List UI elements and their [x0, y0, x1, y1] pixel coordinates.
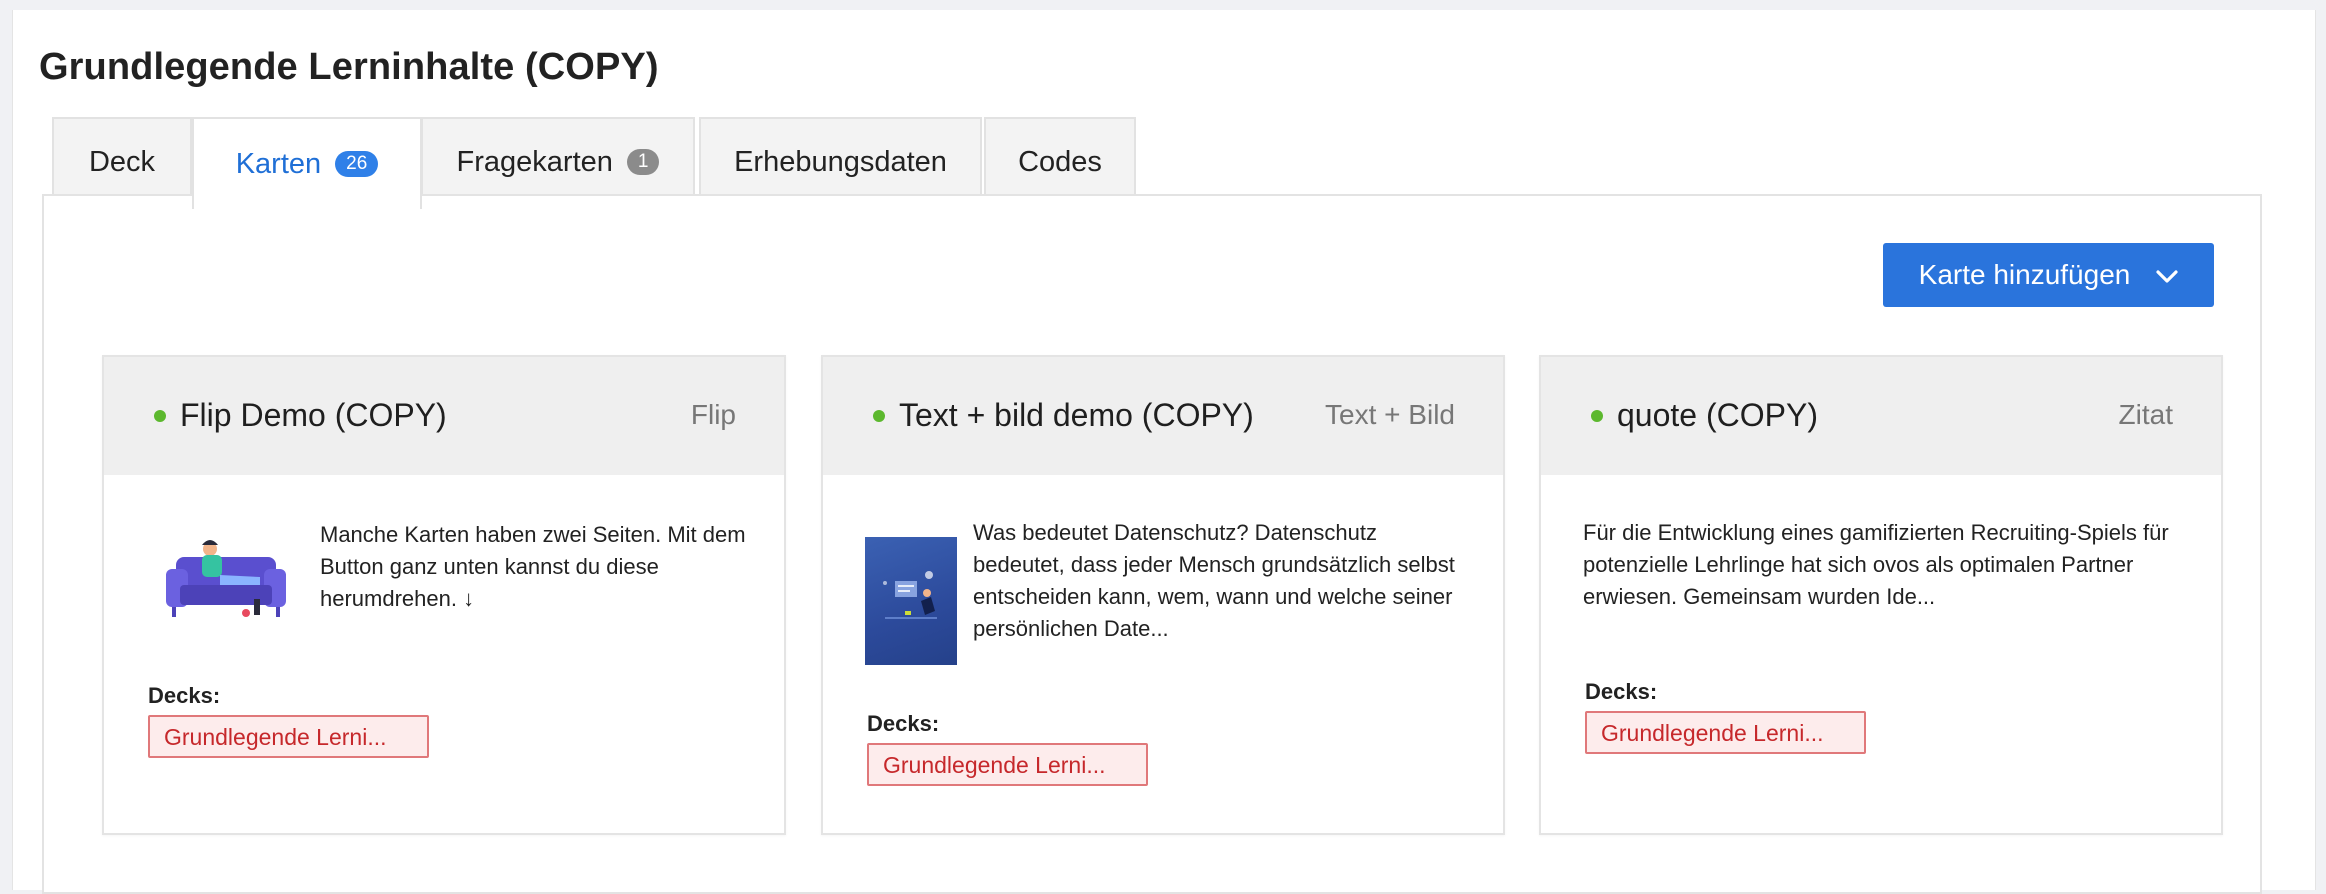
tab-label: Deck — [88, 145, 156, 178]
card-title: Flip Demo (COPY) — [180, 397, 447, 433]
card-quote[interactable]: quote (COPY) Zitat Für die Entwicklung e… — [1539, 355, 2223, 835]
chevron-down-icon — [2156, 259, 2178, 291]
deck-tag[interactable]: Grundlegende Lerni... — [867, 743, 1148, 786]
add-card-button[interactable]: Karte hinzufügen — [1883, 243, 2214, 307]
tab-deck[interactable]: Deck — [52, 117, 192, 205]
card-flip-demo[interactable]: Flip Demo (COPY) Flip Manche Karten habe… — [102, 355, 786, 835]
status-dot — [1591, 410, 1603, 422]
count-badge: 1 — [626, 149, 660, 175]
status-dot — [154, 410, 166, 422]
card-type: Flip — [690, 399, 736, 430]
tab-label: Erhebungsdaten — [734, 145, 947, 178]
tab-label: Karten — [235, 147, 322, 180]
card-title: quote (COPY) — [1617, 397, 1818, 433]
couch-illustration — [162, 535, 290, 621]
card-header: quote (COPY) Zitat — [1541, 357, 2221, 475]
tab-label: Fragekarten — [456, 145, 613, 178]
card-text: Manche Karten haben zwei Seiten. Mit dem… — [320, 522, 746, 611]
card-text: Für die Entwicklung eines gamifizierten … — [1583, 520, 2169, 609]
card-type: Text + Bild — [1325, 399, 1455, 430]
tab-codes[interactable]: Codes — [984, 117, 1136, 205]
card-header: Flip Demo (COPY) Flip — [104, 357, 784, 475]
tab-karten[interactable]: Karten 26 — [192, 117, 422, 209]
tab-label: Codes — [1018, 145, 1102, 178]
add-card-label: Karte hinzufügen — [1918, 259, 2131, 290]
card-type: Zitat — [2118, 399, 2173, 430]
decks-label: Decks: — [1585, 679, 1658, 704]
card-text-bild-demo[interactable]: Text + bild demo (COPY) Text + Bild Was … — [821, 355, 1505, 835]
deck-tag[interactable]: Grundlegende Lerni... — [148, 715, 429, 758]
card-header: Text + bild demo (COPY) Text + Bild — [823, 357, 1503, 475]
status-dot — [873, 410, 885, 422]
tab-fragekarten[interactable]: Fragekarten 1 — [421, 117, 695, 205]
book-cover-illustration — [865, 537, 957, 665]
deck-tag[interactable]: Grundlegende Lerni... — [1585, 711, 1866, 754]
page-title: Grundlegende Lerninhalte (COPY) — [39, 46, 659, 88]
decks-label: Decks: — [148, 683, 221, 708]
card-text: Was bedeutet Datenschutz? Datenschutz be… — [973, 520, 1455, 641]
card-title: Text + bild demo (COPY) — [899, 397, 1254, 433]
tab-erhebungsdaten[interactable]: Erhebungsdaten — [699, 117, 982, 205]
decks-label: Decks: — [867, 711, 940, 736]
count-badge: 26 — [335, 151, 379, 177]
